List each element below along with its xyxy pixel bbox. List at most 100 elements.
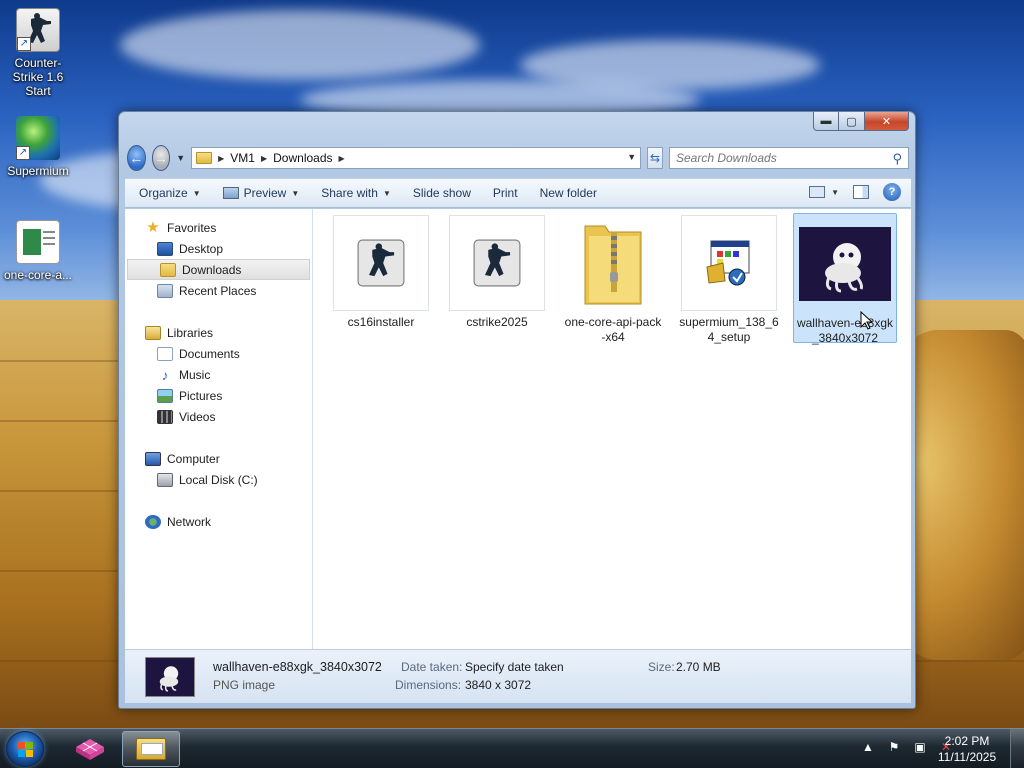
details-file-type: PNG image	[213, 678, 276, 692]
search-icon[interactable]: ⚲	[892, 151, 902, 167]
explorer-window: ▬ ▢ ✕ ← → ▼ ▶ VM1 ▶ Downloads ▶ ▼ ⇆ ⚲ Or…	[118, 111, 916, 709]
view-icon	[809, 186, 826, 198]
file-name: cs16installer	[347, 315, 415, 329]
show-hidden-icons-icon[interactable]: ▲	[860, 739, 876, 755]
nav-item-label: Pictures	[179, 388, 223, 403]
documents-icon	[157, 346, 173, 361]
nav-item-music[interactable]: ♪ Music	[125, 364, 312, 385]
size-label: Size:	[648, 660, 675, 674]
recent-pages-dropdown[interactable]: ▼	[176, 153, 185, 163]
taskbar-app-windows-explorer[interactable]	[122, 731, 180, 767]
file-name: cstrike2025	[466, 315, 528, 329]
details-pane: wallhaven-e88xgk_3840x3072 PNG image Dat…	[125, 649, 911, 703]
chevron-right-icon[interactable]: ▶	[339, 154, 345, 163]
date-taken-value[interactable]: Specify date taken	[465, 660, 564, 674]
nav-item-local-disk[interactable]: Local Disk (C:)	[125, 469, 312, 490]
refresh-icon: ⇆	[650, 151, 661, 165]
nav-item-videos[interactable]: Videos	[125, 406, 312, 427]
file-item[interactable]: cstrike2025	[445, 213, 549, 330]
action-center-flag-icon[interactable]: ⚑	[886, 739, 902, 755]
organize-label: Organize	[139, 186, 188, 200]
navigation-pane[interactable]: ★ Favorites Desktop Downloads Recent Pla…	[125, 209, 313, 649]
star-icon: ★	[146, 218, 160, 236]
file-list: cs16installer cstrike2025 one-core-api-p…	[313, 209, 911, 649]
search-input[interactable]	[675, 151, 876, 165]
installer-icon	[681, 215, 777, 311]
start-button[interactable]	[6, 731, 44, 767]
clock-date: 11/11/2025	[937, 750, 997, 764]
chevron-down-icon: ▼	[192, 188, 201, 198]
file-item[interactable]: one-core-api-pack-x64	[561, 213, 665, 345]
nav-item-recent-places[interactable]: Recent Places	[125, 280, 312, 301]
help-icon[interactable]: ?	[883, 183, 901, 201]
slide-show-button[interactable]: Slide show	[413, 186, 471, 200]
chevron-down-icon: ▼	[291, 188, 300, 198]
close-button[interactable]: ✕	[865, 112, 909, 131]
desktop-icon-label: one-core-a...	[3, 268, 73, 282]
desktop-icon-label: Counter-Strike 1.6 Start	[12, 56, 64, 98]
taskbar: ▲ ⚑ ▣ ✕ 2:02 PM 11/11/2025	[0, 728, 1024, 768]
system-clock[interactable]: 2:02 PM 11/11/2025	[932, 733, 1002, 765]
explorer-content: ★ Favorites Desktop Downloads Recent Pla…	[125, 209, 911, 649]
file-name: wallhaven-e88xgk_3840x3072	[796, 316, 894, 345]
minimize-button[interactable]: ▬	[813, 112, 839, 131]
nav-item-label: Downloads	[182, 262, 242, 277]
libraries-icon	[145, 325, 161, 340]
document-icon	[16, 220, 60, 264]
refresh-button[interactable]: ⇆	[647, 147, 663, 169]
counter-strike-icon	[333, 215, 429, 311]
nav-item-label: Favorites	[167, 220, 217, 235]
desktop-icon-counter-strike[interactable]: ↗ Counter-Strike 1.6 Start	[0, 8, 76, 98]
maximize-button[interactable]: ▢	[839, 112, 865, 131]
preview-pane-icon[interactable]	[853, 185, 869, 199]
nav-item-desktop[interactable]: Desktop	[125, 238, 312, 259]
desktop-icon-supermium[interactable]: ↗ Supermium	[0, 116, 76, 178]
recent-places-icon	[157, 283, 173, 298]
chevron-down-icon: ▼	[831, 187, 839, 197]
breadcrumb-downloads[interactable]: Downloads	[273, 151, 332, 165]
command-bar: Organize ▼ Preview ▼ Share with ▼ Slide …	[125, 178, 911, 208]
nav-item-libraries[interactable]: Libraries	[125, 322, 312, 343]
change-view-button[interactable]: ▼	[809, 186, 839, 198]
back-button[interactable]: ←	[127, 145, 146, 171]
counter-strike-icon	[449, 215, 545, 311]
forward-button[interactable]: →	[151, 145, 171, 171]
details-thumbnail	[145, 657, 195, 697]
print-button[interactable]: Print	[493, 186, 518, 200]
new-folder-button[interactable]: New folder	[540, 186, 597, 200]
share-with-label: Share with	[321, 186, 378, 200]
downloads-folder-icon	[160, 262, 176, 277]
taskbar-app-3d-cube[interactable]	[62, 731, 118, 767]
nav-item-label: Recent Places	[179, 283, 257, 298]
nav-item-documents[interactable]: Documents	[125, 343, 312, 364]
pink-cube-icon	[76, 739, 104, 760]
preview-button[interactable]: Preview ▼	[222, 186, 300, 200]
wallpaper-cloud	[120, 10, 480, 80]
nav-item-downloads[interactable]: Downloads	[127, 259, 310, 280]
caption-buttons: ▬ ▢ ✕	[813, 112, 909, 131]
chevron-right-icon[interactable]: ▶	[261, 154, 267, 163]
nav-item-label: Libraries	[167, 325, 214, 340]
clock-time: 2:02 PM	[944, 734, 990, 748]
date-taken-label: Date taken:	[401, 660, 463, 674]
file-item-selected[interactable]: wallhaven-e88xgk_3840x3072	[793, 213, 897, 345]
nav-item-favorites[interactable]: ★ Favorites	[125, 217, 312, 238]
address-bar[interactable]: ▶ VM1 ▶ Downloads ▶ ▼	[191, 147, 642, 169]
nav-item-pictures[interactable]: Pictures	[125, 385, 312, 406]
search-box[interactable]: ⚲	[668, 147, 909, 169]
nav-item-computer[interactable]: Computer	[125, 448, 312, 469]
nav-item-label: Desktop	[179, 241, 224, 256]
nav-item-network[interactable]: Network	[125, 511, 312, 532]
organize-button[interactable]: Organize ▼	[139, 186, 201, 200]
network-icon[interactable]: ▣	[912, 739, 928, 755]
share-with-button[interactable]: Share with ▼	[321, 186, 391, 200]
music-icon: ♪	[161, 366, 169, 383]
chevron-right-icon[interactable]: ▶	[218, 154, 224, 163]
show-desktop-button[interactable]	[1010, 729, 1024, 768]
address-history-dropdown[interactable]: ▼	[627, 152, 636, 162]
file-item[interactable]: supermium_138_64_setup	[677, 213, 781, 345]
network-icon	[145, 514, 161, 529]
file-item[interactable]: cs16installer	[329, 213, 433, 330]
desktop-icon-one-core[interactable]: one-core-a...	[0, 220, 76, 282]
breadcrumb-vm1[interactable]: VM1	[230, 151, 255, 165]
